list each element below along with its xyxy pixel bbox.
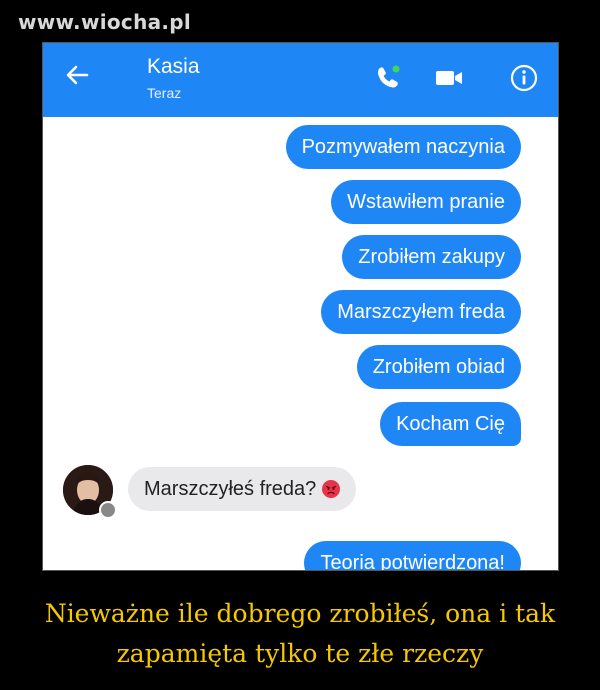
caption-line: Nieważne ile dobrego zrobiłeś, ona i tak (44, 599, 556, 628)
phone-call-icon[interactable] (373, 63, 403, 98)
message-thread: Pozmywałem naczynia Wstawiłem pranie Zro… (43, 117, 558, 570)
back-arrow-icon[interactable] (63, 61, 91, 94)
outgoing-message: Wstawiłem pranie (331, 180, 521, 224)
caption-line: zapamięta tylko te złe rzeczy (116, 639, 484, 668)
contact-name[interactable]: Kasia (147, 55, 200, 79)
watermark: www.wiocha.pl (18, 10, 192, 34)
outgoing-message: Zrobiłem zakupy (342, 235, 521, 279)
outgoing-message: Zrobiłem obiad (356, 345, 521, 389)
outgoing-message: Kocham Cię (380, 402, 521, 446)
contact-status: Teraz (147, 85, 182, 101)
angry-face-icon (322, 480, 341, 498)
messenger-badge-icon (99, 501, 117, 519)
incoming-message: Marszczyłeś freda? (128, 467, 357, 511)
outgoing-message: Marszczyłem freda (321, 290, 521, 334)
info-icon[interactable] (509, 63, 539, 98)
chat-header: Kasia Teraz (43, 43, 558, 117)
messenger-screenshot: Kasia Teraz Pozmywałem naczynia Wstawiłe… (42, 42, 559, 571)
outgoing-message: Teoria potwierdzona! (304, 541, 521, 570)
outgoing-message: Pozmywałem naczynia (285, 125, 521, 169)
meme-caption: Nieważne ile dobrego zrobiłeś, ona i tak… (0, 594, 600, 674)
incoming-message-text: Marszczyłeś freda? (144, 478, 317, 500)
video-camera-icon[interactable] (433, 63, 465, 98)
